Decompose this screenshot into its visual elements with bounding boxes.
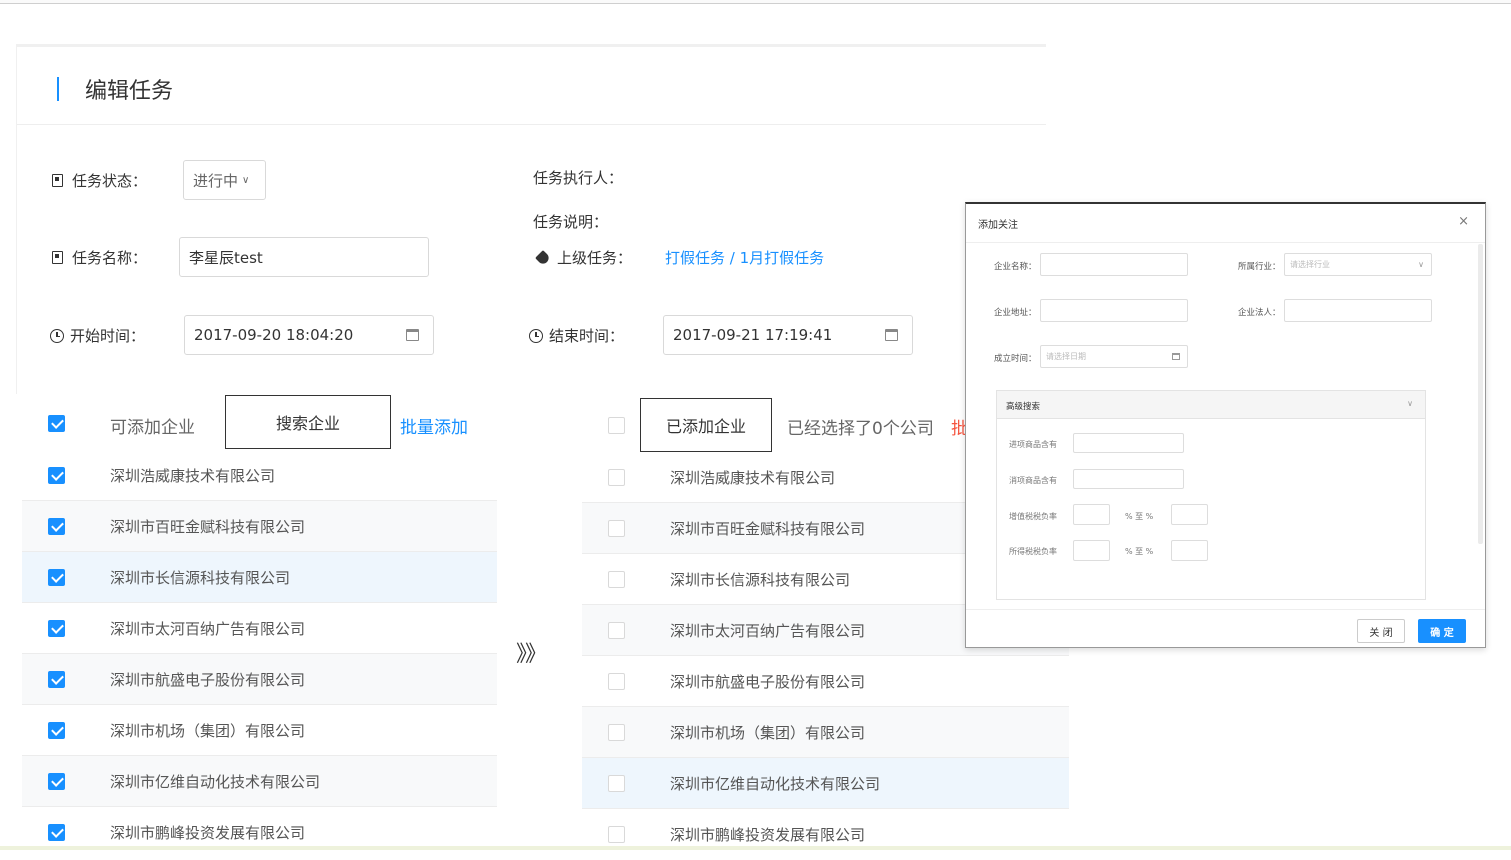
batch-add-link[interactable]: 批量添加 (400, 413, 468, 438)
industry-label: 所属行业： (1238, 262, 1281, 272)
calendar-icon (1172, 353, 1180, 360)
row-checkbox[interactable] (48, 619, 65, 637)
row-checkbox[interactable] (608, 570, 625, 588)
row-checkbox[interactable] (608, 621, 625, 639)
close-icon[interactable]: × (1458, 214, 1469, 229)
start-time-label: 开始时间： (50, 325, 145, 346)
input-goods-label: 进项商品含有 (1009, 440, 1057, 449)
clock-icon (50, 328, 64, 343)
vat-rate-label: 增值税税负率 (1009, 512, 1057, 521)
legal-person-label: 企业法人： (1238, 308, 1281, 318)
panel-header: 编辑任务 (17, 47, 1046, 125)
clock-icon (529, 328, 543, 343)
list-header: 可添加企业 搜索企业 批量添加 (22, 395, 497, 450)
chevron-down-icon: ∨ (1407, 399, 1413, 408)
founded-date-input[interactable]: 请选择日期 (1040, 345, 1188, 368)
added-companies-button[interactable]: 已添加企业 (640, 398, 772, 452)
legal-person-input[interactable] (1284, 299, 1432, 322)
select-all-checkbox[interactable] (48, 415, 65, 432)
title-accent-bar (57, 77, 59, 101)
row-checkbox[interactable] (608, 519, 625, 537)
list-item[interactable]: 深圳市太河百纳广告有限公司 (22, 603, 497, 654)
row-checkbox[interactable] (48, 670, 65, 688)
row-checkbox[interactable] (48, 772, 65, 790)
document-icon (52, 251, 63, 264)
status-select[interactable]: 进行中 ∨ (183, 160, 266, 200)
modal-header-divider (966, 242, 1485, 243)
output-goods-label: 消项商品含有 (1009, 476, 1057, 485)
address-label: 企业地址： (994, 308, 1037, 318)
parent-task-label: 上级任务： (535, 247, 632, 268)
list-item[interactable]: 深圳市鹏峰投资发展有限公司 (22, 807, 497, 858)
founded-label: 成立时间： (994, 354, 1037, 364)
income-tax-range-separator: % 至 % (1125, 547, 1154, 556)
row-checkbox[interactable] (48, 721, 65, 739)
input-goods-input[interactable] (1073, 433, 1184, 453)
calendar-icon[interactable] (885, 329, 898, 341)
list-item[interactable]: 深圳市航盛电子股份有限公司 (22, 654, 497, 705)
company-name-input[interactable] (1040, 253, 1188, 276)
vat-min-input[interactable] (1073, 504, 1110, 525)
list-item[interactable]: 深圳市机场（集团）有限公司 (582, 707, 1069, 758)
list-item[interactable]: 深圳市机场（集团）有限公司 (22, 705, 497, 756)
modal-title: 添加关注 (978, 220, 1018, 231)
tag-icon (535, 249, 551, 266)
document-icon (52, 174, 63, 187)
modal-close-button[interactable]: 关 闭 (1357, 619, 1405, 643)
vat-max-input[interactable] (1171, 504, 1208, 525)
row-checkbox[interactable] (608, 774, 625, 792)
income-tax-label: 所得税税负率 (1009, 547, 1057, 556)
chevron-down-icon: ∨ (1418, 260, 1424, 269)
search-companies-button[interactable]: 搜索企业 (225, 395, 391, 449)
chevron-down-icon: ∨ (242, 174, 250, 186)
output-goods-input[interactable] (1073, 469, 1184, 489)
company-name-label: 企业名称： (994, 262, 1037, 272)
list-item[interactable]: 深圳市亿维自动化技术有限公司 (582, 758, 1069, 809)
income-tax-max-input[interactable] (1171, 540, 1208, 561)
task-name-input[interactable]: 李星辰test (179, 237, 429, 277)
bottom-divider (0, 846, 1511, 850)
description-label: 任务说明： (533, 213, 609, 231)
list-item[interactable]: 深圳市航盛电子股份有限公司 (582, 656, 1069, 707)
vat-range-separator: % 至 % (1125, 512, 1154, 521)
calendar-icon[interactable] (406, 329, 419, 341)
list-item[interactable]: 深圳市长信源科技有限公司 (22, 552, 497, 603)
list-item[interactable]: 深圳市鹏峰投资发展有限公司 (582, 809, 1069, 860)
executor-label: 任务执行人： (533, 169, 624, 187)
row-checkbox[interactable] (48, 517, 65, 535)
address-input[interactable] (1040, 299, 1188, 322)
status-label: 任务状态： (50, 170, 147, 191)
modal-footer-divider (966, 609, 1485, 610)
selected-count: 已经选择了0个公司 (787, 419, 934, 439)
name-label: 任务名称： (50, 247, 147, 268)
end-time-label: 结束时间： (529, 325, 624, 346)
row-checkbox[interactable] (608, 468, 625, 486)
advanced-search-header[interactable]: 高级搜索 ∨ (997, 391, 1425, 419)
income-tax-min-input[interactable] (1073, 540, 1110, 561)
start-time-input[interactable]: 2017-09-20 18:04:20 (184, 315, 434, 355)
row-checkbox[interactable] (608, 723, 625, 741)
row-checkbox[interactable] (608, 826, 625, 843)
add-follow-modal: 添加关注 × 企业名称： 所属行业： 请选择行业 ∨ 企业地址： 企业法人： 成… (965, 202, 1486, 648)
industry-select[interactable]: 请选择行业 ∨ (1284, 253, 1432, 276)
end-time-input[interactable]: 2017-09-21 17:19:41 (663, 315, 913, 355)
row-checkbox[interactable] (48, 568, 65, 586)
top-divider (0, 0, 1511, 4)
row-checkbox[interactable] (608, 672, 625, 690)
page-title: 编辑任务 (85, 79, 174, 104)
list-item[interactable]: 深圳市亿维自动化技术有限公司 (22, 756, 497, 807)
advanced-search-section: 高级搜索 ∨ 进项商品含有 消项商品含有 增值税税负率 % 至 % 所得税税负率… (996, 390, 1426, 600)
modal-confirm-button[interactable]: 确 定 (1418, 619, 1466, 643)
modal-scrollbar[interactable] (1478, 244, 1483, 544)
select-all-checkbox[interactable] (608, 417, 625, 434)
row-checkbox[interactable] (48, 824, 65, 841)
list-item[interactable]: 深圳浩威康技术有限公司 (22, 450, 497, 501)
row-checkbox[interactable] (48, 466, 65, 484)
transfer-arrow-icon[interactable]: 》》 (516, 636, 547, 668)
list-item[interactable]: 深圳市百旺金赋科技有限公司 (22, 501, 497, 552)
parent-task-link[interactable]: 打假任务 / 1月打假任务 (665, 247, 824, 268)
available-companies-list: 可添加企业 搜索企业 批量添加 深圳浩威康技术有限公司 深圳市百旺金赋科技有限公… (22, 395, 497, 846)
available-title: 可添加企业 (110, 418, 195, 438)
